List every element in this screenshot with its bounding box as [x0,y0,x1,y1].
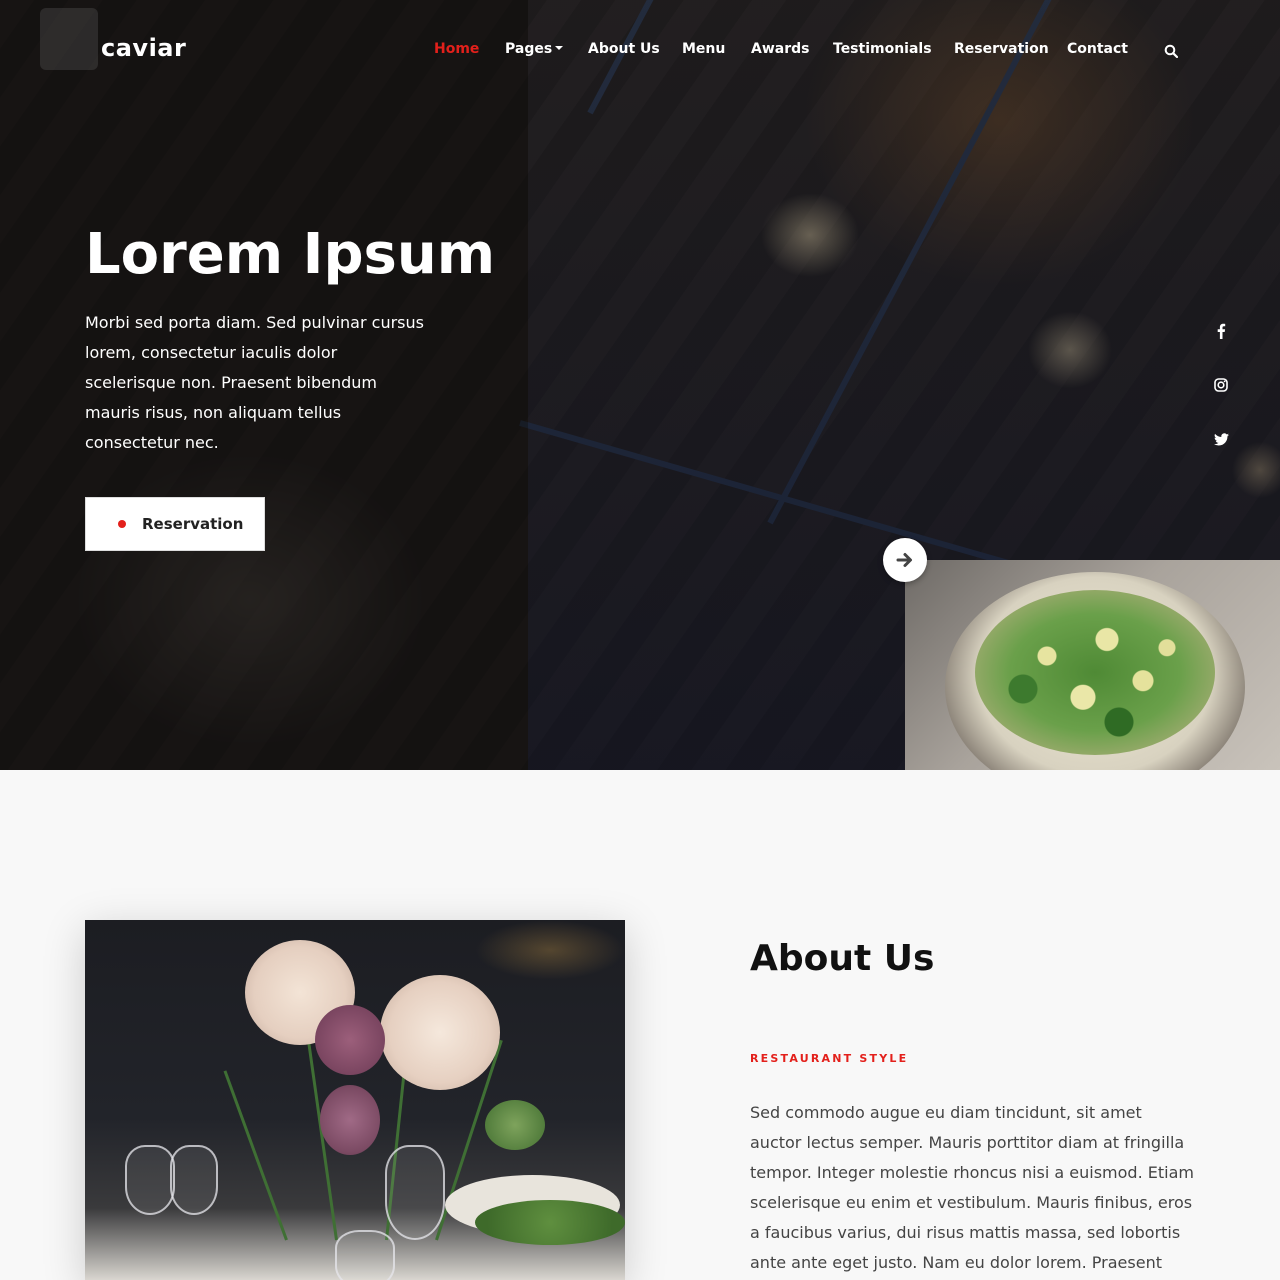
hero-title: Lorem Ipsum [85,222,496,287]
flower-image [380,975,500,1090]
hero-section: caviar Home Pages About Us Menu Awards T… [0,0,1280,770]
about-title: About Us [750,938,935,979]
nav-item-about-us[interactable]: About Us [588,41,660,57]
search-icon[interactable] [1164,43,1179,59]
main-nav: Home Pages About Us Menu Awards Testimon… [0,41,1280,61]
nav-item-contact[interactable]: Contact [1067,41,1128,57]
photo-detail [475,920,625,980]
nav-item-label: Pages [505,41,553,57]
twitter-icon[interactable] [1210,428,1232,450]
chevron-down-icon [555,46,564,50]
glass-image [170,1145,218,1215]
dot-icon [118,520,126,528]
flower-image [315,1005,385,1075]
instagram-icon[interactable] [1210,374,1232,396]
nav-item-reservation[interactable]: Reservation [954,41,1049,57]
nav-item-testimonials[interactable]: Testimonials [833,41,932,57]
flower-image [485,1100,545,1150]
reservation-button[interactable]: Reservation [85,497,265,551]
about-subtitle: RESTAURANT STYLE [750,1052,909,1065]
facebook-icon[interactable] [1210,320,1232,342]
hero-description: Morbi sed porta diam. Sed pulvinar cursu… [85,313,424,452]
nav-item-menu[interactable]: Menu [682,41,725,57]
glass-image [385,1145,445,1240]
nav-item-pages[interactable]: Pages [505,41,564,57]
glass-image [335,1230,395,1280]
nav-item-awards[interactable]: Awards [751,41,809,57]
salad-image [475,1200,625,1245]
photo-detail [223,1070,288,1241]
about-photo [85,920,625,1280]
salad-photo [905,560,1280,770]
flower-image [320,1085,380,1155]
reservation-button-label: Reservation [142,515,244,533]
arrow-right-icon [896,553,912,567]
nav-item-home[interactable]: Home [434,41,479,57]
about-description: Sed commodo augue eu diam tincidunt, sit… [750,1103,1194,1272]
salad-image [975,590,1215,755]
next-slide-button[interactable] [883,538,927,582]
glass-image [125,1145,175,1215]
